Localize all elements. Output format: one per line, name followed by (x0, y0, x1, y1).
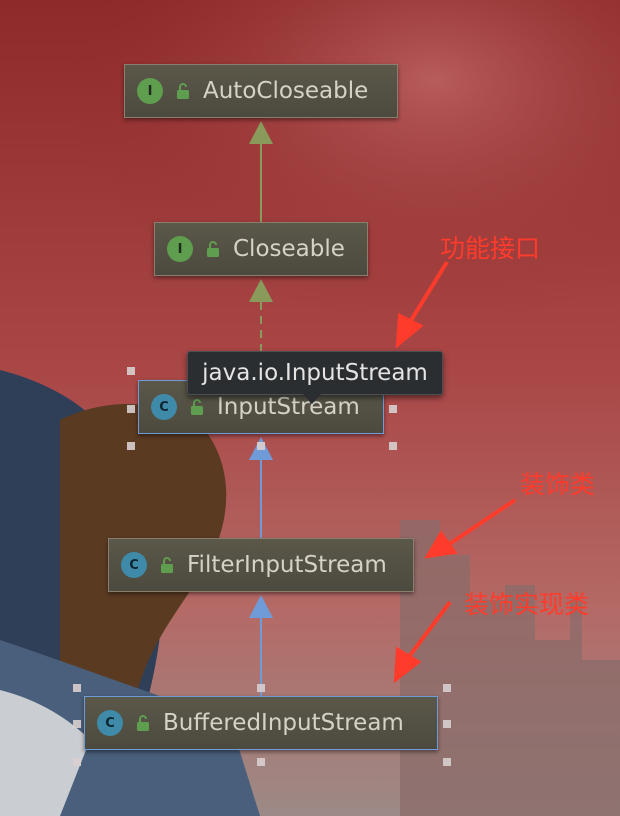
interface-badge-icon: I (137, 78, 163, 104)
unlocked-padlock-icon (137, 715, 149, 731)
resize-handle[interactable] (443, 720, 451, 728)
node-label: InputStream (217, 394, 360, 420)
node-label: BufferedInputStream (163, 710, 404, 736)
annotation-decorator-impl: 装饰实现类 (464, 590, 590, 619)
node-label: AutoCloseable (203, 78, 369, 104)
annotation-decorator: 装饰类 (520, 470, 596, 499)
class-badge-icon: C (97, 710, 123, 736)
node-bufferedinputstream[interactable]: C BufferedInputStream (84, 696, 438, 750)
unlocked-padlock-icon (177, 83, 189, 99)
class-badge-icon: C (151, 394, 177, 420)
resize-handle[interactable] (389, 405, 397, 413)
node-label: Closeable (233, 236, 345, 262)
resize-handle[interactable] (257, 442, 265, 450)
qualified-name-tooltip: java.io.InputStream (187, 351, 443, 395)
resize-handle[interactable] (443, 758, 451, 766)
annotation-functional-interface: 功能接口 (440, 234, 541, 263)
node-closeable[interactable]: I Closeable (154, 222, 368, 276)
resize-handle[interactable] (73, 684, 81, 692)
resize-handle[interactable] (443, 684, 451, 692)
resize-handle[interactable] (127, 405, 135, 413)
tooltip-pointer (303, 394, 321, 404)
unlocked-padlock-icon (191, 399, 203, 415)
resize-handle[interactable] (127, 367, 135, 375)
unlocked-padlock-icon (207, 241, 219, 257)
resize-handle[interactable] (257, 758, 265, 766)
node-filterinputstream[interactable]: C FilterInputStream (108, 538, 414, 592)
unlocked-padlock-icon (161, 557, 173, 573)
class-badge-icon: C (121, 552, 147, 578)
resize-handle[interactable] (73, 758, 81, 766)
resize-handle[interactable] (127, 442, 135, 450)
resize-handle[interactable] (73, 720, 81, 728)
resize-handle[interactable] (257, 684, 265, 692)
resize-handle[interactable] (389, 442, 397, 450)
node-label: FilterInputStream (187, 552, 387, 578)
node-autocloseable[interactable]: I AutoCloseable (124, 64, 398, 118)
interface-badge-icon: I (167, 236, 193, 262)
